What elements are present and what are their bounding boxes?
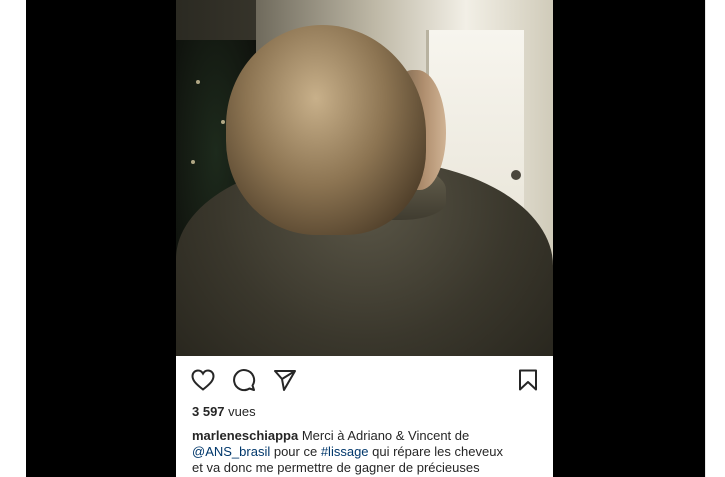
post-info-panel: 3 597 vues marleneschiappa Merci à Adria… <box>176 356 553 477</box>
caption-text: pour ce <box>270 444 321 459</box>
paper-plane-icon[interactable] <box>272 368 298 392</box>
views-number: 3 597 <box>192 404 225 419</box>
caption-text: et va donc me permettre de gagner de pré… <box>192 460 480 475</box>
video-person-hair <box>226 25 426 235</box>
caption-text: Merci à Adriano & Vincent de <box>298 428 470 443</box>
video-door-knob <box>511 170 521 180</box>
caption-hashtag-link[interactable]: #lissage <box>321 444 369 459</box>
caption-mention-link[interactable]: @ANS_brasil <box>192 444 270 459</box>
post-caption: marleneschiappa Merci à Adriano & Vincen… <box>192 428 542 476</box>
views-count: 3 597 vues <box>192 404 256 419</box>
tree-light <box>221 120 225 124</box>
caption-text: qui répare les cheveux <box>368 444 503 459</box>
tree-light <box>196 80 200 84</box>
caption-username[interactable]: marleneschiappa <box>192 428 298 443</box>
bookmark-icon[interactable] <box>516 368 540 392</box>
page-margin-right <box>705 0 725 477</box>
views-label: vues <box>228 404 256 419</box>
page-margin-left <box>0 0 26 477</box>
post-video[interactable] <box>176 0 553 356</box>
comment-icon[interactable] <box>231 368 257 392</box>
heart-icon[interactable] <box>190 368 216 392</box>
tree-light <box>191 160 195 164</box>
